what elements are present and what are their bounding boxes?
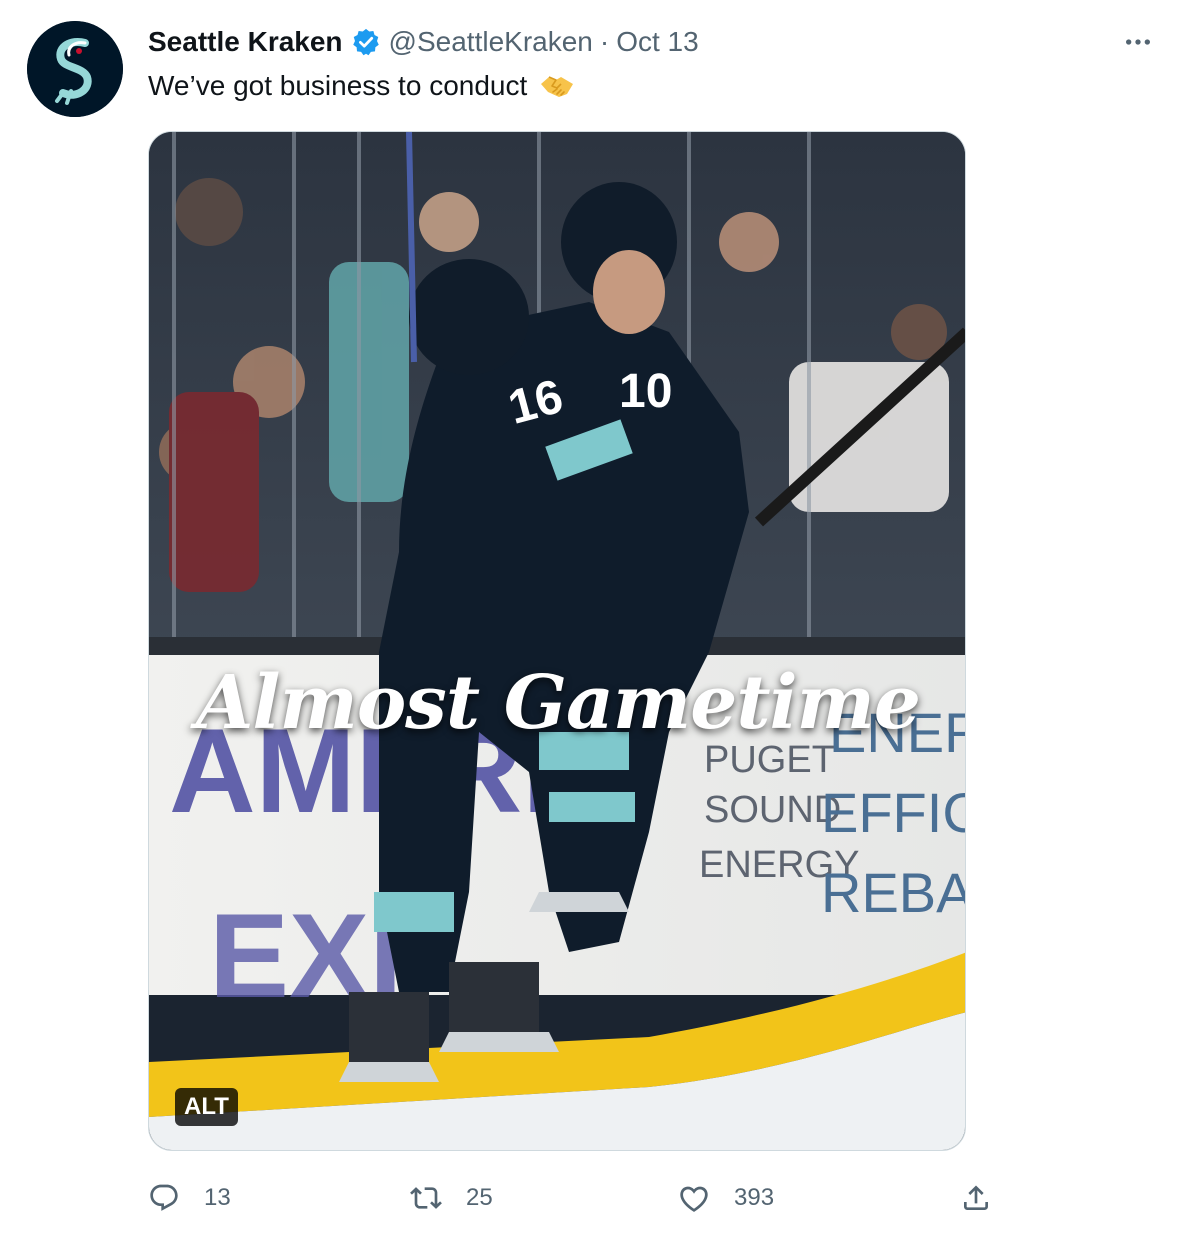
jersey-number-10: 10 <box>619 365 672 418</box>
kraken-logo-icon <box>27 21 123 117</box>
retweet-count: 25 <box>466 1184 493 1211</box>
handshake-emoji-icon <box>539 72 575 100</box>
author-handle[interactable]: @SeattleKraken <box>389 26 593 58</box>
overlay-title: Almost Gametime <box>196 660 921 746</box>
author-name[interactable]: Seattle Kraken <box>148 26 343 58</box>
share-button[interactable] <box>960 1172 992 1224</box>
separator-dot: · <box>599 26 610 57</box>
alt-text-badge[interactable]: ALT <box>175 1088 238 1126</box>
board-text-efficiency: EFFICIENC <box>821 781 966 844</box>
verified-badge-icon[interactable] <box>351 27 381 57</box>
hockey-celebration-photo: AMERI EXP PUGET SOUND ENERGY ENERGY EFFI… <box>149 132 966 1150</box>
heart-icon <box>680 1186 708 1212</box>
like-count: 393 <box>734 1184 775 1211</box>
reply-icon <box>150 1184 178 1211</box>
reply-button[interactable]: 13 <box>148 1172 231 1224</box>
tweet-date[interactable]: Oct 13 <box>616 26 698 58</box>
more-options-button[interactable] <box>1118 22 1158 62</box>
like-button[interactable]: 393 <box>678 1172 774 1224</box>
tweet[interactable]: Seattle Kraken @SeattleKraken · Oct 13 W… <box>0 0 1186 1238</box>
tweet-actions: 13 25 393 <box>148 1172 1008 1224</box>
tweet-header: Seattle Kraken @SeattleKraken · Oct 13 <box>148 22 699 62</box>
board-text-rebates: REBATES <box>821 861 966 924</box>
retweet-button[interactable]: 25 <box>410 1172 493 1224</box>
reply-count: 13 <box>204 1184 231 1211</box>
tweet-media-image[interactable]: AMERI EXP PUGET SOUND ENERGY ENERGY EFFI… <box>148 131 966 1151</box>
avatar[interactable] <box>27 21 123 117</box>
retweet-icon <box>410 1187 442 1209</box>
tweet-text: We’ve got business to conduct <box>148 70 528 101</box>
share-icon <box>964 1185 988 1210</box>
tweet-text-row: We’ve got business to conduct <box>148 66 575 106</box>
more-icon <box>1126 39 1150 45</box>
